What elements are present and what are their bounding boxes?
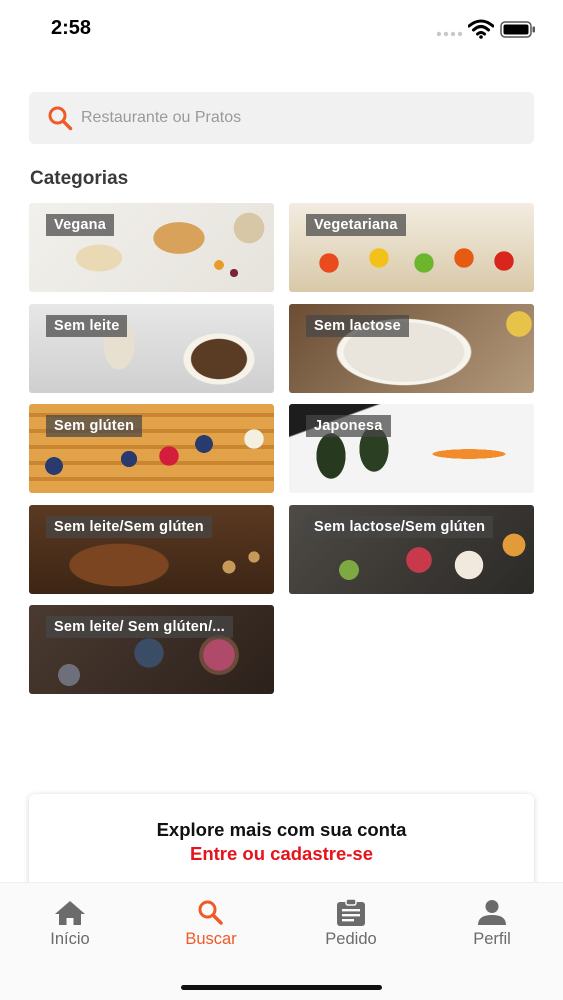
category-card-vegana[interactable]: Vegana	[29, 203, 274, 292]
category-label: Sem glúten	[46, 415, 143, 437]
category-card-japonesa[interactable]: Japonesa	[289, 404, 534, 493]
tab-buscar[interactable]: Buscar	[156, 897, 266, 949]
clipboard-icon	[337, 898, 365, 926]
category-card-sem-lactose[interactable]: Sem lactose	[289, 304, 534, 393]
tab-label: Pedido	[325, 930, 377, 948]
battery-icon	[500, 21, 535, 38]
category-card-sem-leite-sem-gluten[interactable]: Sem leite/Sem glúten	[29, 505, 274, 594]
search-icon	[47, 105, 73, 131]
person-icon	[478, 900, 506, 925]
login-banner-title: Explore mais com sua conta	[156, 819, 407, 840]
category-label: Japonesa	[306, 415, 391, 437]
signal-icon	[436, 31, 462, 37]
tab-label: Buscar	[185, 930, 237, 948]
category-card-sem-leite-sem-gluten-more[interactable]: Sem leite/ Sem glúten/...	[29, 605, 274, 694]
category-label: Vegana	[46, 214, 114, 236]
category-card-sem-gluten[interactable]: Sem glúten	[29, 404, 274, 493]
login-signup-link[interactable]: Entre ou cadastre-se	[29, 843, 534, 865]
search-icon	[198, 900, 223, 925]
categories-heading: Categorias	[30, 168, 129, 189]
tab-bar: Início Buscar Pedido Perfil	[0, 882, 563, 1000]
category-card-vegetariana[interactable]: Vegetariana	[289, 203, 534, 292]
category-card-sem-leite[interactable]: Sem leite	[29, 304, 274, 393]
login-banner: Explore mais com sua conta Entre ou cada…	[29, 794, 534, 888]
category-label: Sem leite/ Sem glúten/...	[46, 616, 233, 638]
status-time: 2:58	[51, 17, 92, 39]
category-label: Sem lactose/Sem glúten	[306, 516, 494, 538]
tab-inicio[interactable]: Início	[15, 897, 125, 949]
tab-label: Início	[50, 930, 90, 948]
search-input[interactable]	[81, 98, 501, 138]
category-label: Sem leite	[46, 315, 128, 337]
category-label: Vegetariana	[306, 214, 406, 236]
search-bar[interactable]	[29, 92, 534, 144]
category-label: Sem leite/Sem glúten	[46, 516, 212, 538]
home-indicator[interactable]	[181, 985, 382, 990]
tab-pedido[interactable]: Pedido	[296, 897, 406, 949]
home-icon	[55, 901, 85, 925]
tab-perfil[interactable]: Perfil	[437, 897, 547, 949]
tab-label: Perfil	[473, 930, 511, 948]
status-bar: 2:58	[0, 0, 563, 60]
category-label: Sem lactose	[306, 315, 409, 337]
category-card-sem-lactose-sem-gluten[interactable]: Sem lactose/Sem glúten	[289, 505, 534, 594]
wifi-icon	[468, 19, 494, 39]
